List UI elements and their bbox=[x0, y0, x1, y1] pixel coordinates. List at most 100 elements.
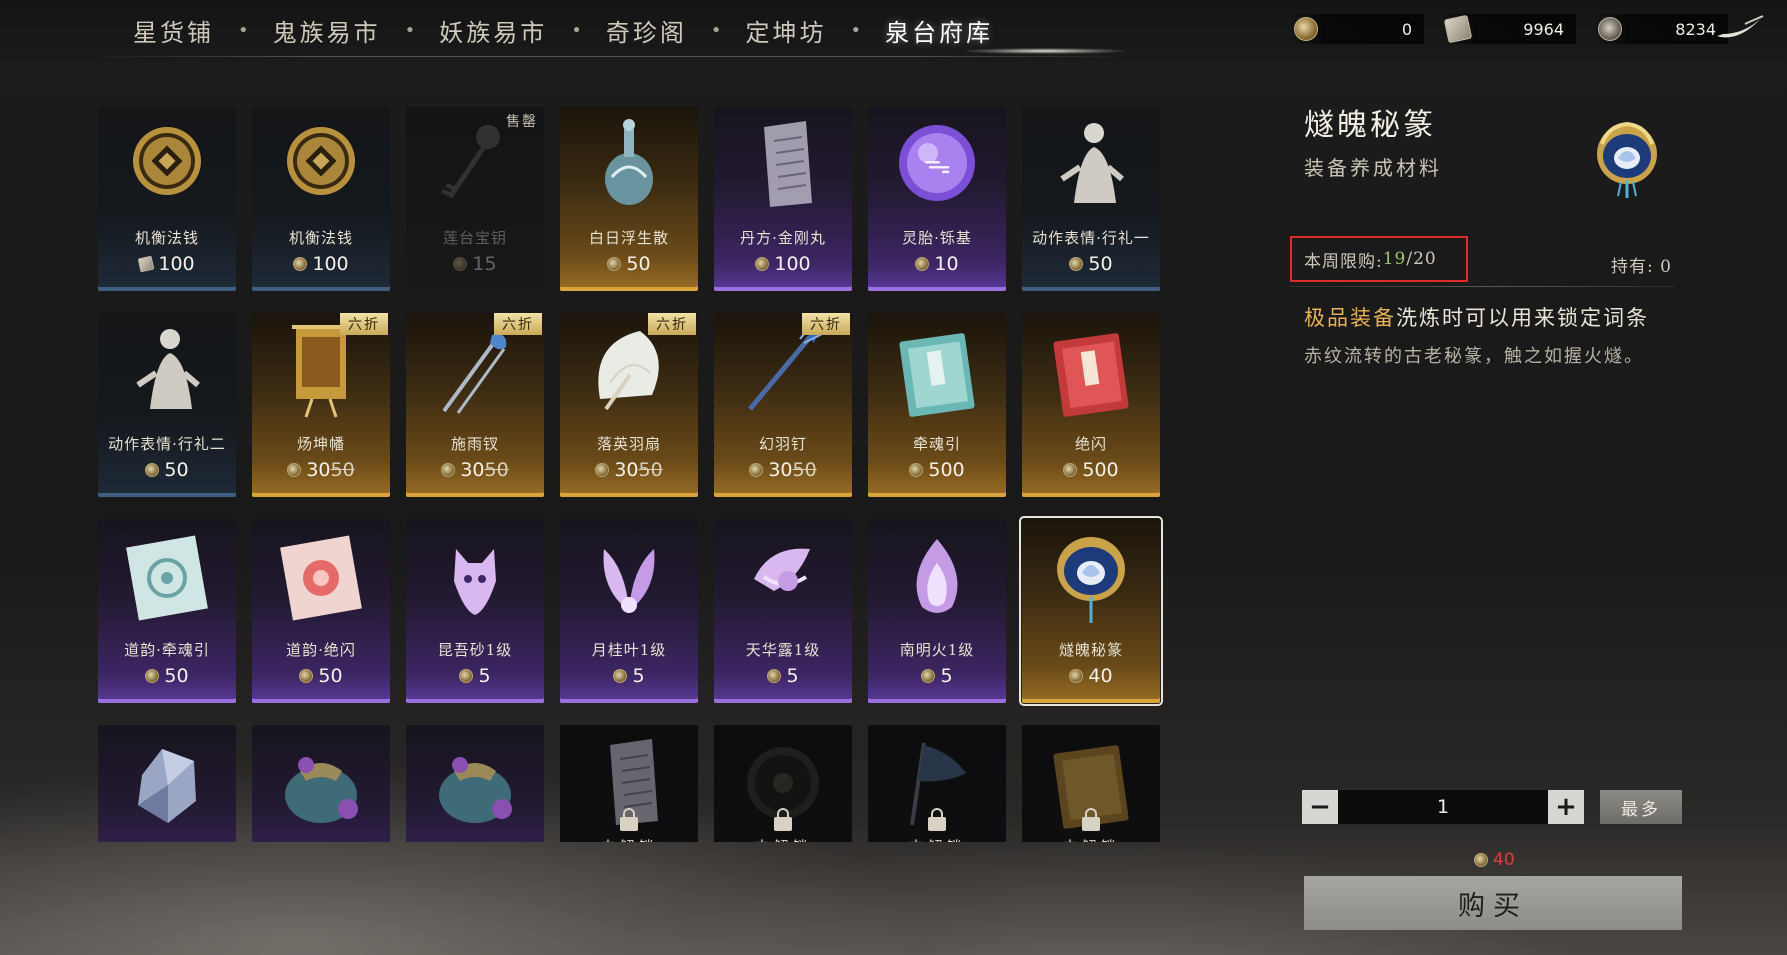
item-card[interactable]: 六折 炀坤幡 30 50 bbox=[252, 313, 390, 497]
price-value: 50 bbox=[164, 665, 189, 687]
item-card[interactable]: 牵魂引 500 bbox=[868, 313, 1006, 497]
lock-icon bbox=[774, 808, 792, 831]
item-card[interactable]: 六折 幻羽钉 30 50 bbox=[714, 313, 852, 497]
coin-icon bbox=[1069, 257, 1084, 271]
item-card[interactable]: 燧魄秘篆 40 bbox=[1019, 516, 1163, 706]
item-card[interactable]: 机衡法钱 100 bbox=[98, 107, 236, 291]
locked-label: 未解锁 bbox=[560, 836, 698, 842]
item-price: 50 bbox=[1022, 253, 1160, 275]
held-count: 持有: 0 bbox=[1611, 257, 1672, 277]
item-card[interactable]: 白日浮生散 50 bbox=[560, 107, 698, 291]
leaf-icon bbox=[560, 519, 698, 635]
price-value: 100 bbox=[312, 253, 349, 275]
item-card[interactable] bbox=[252, 725, 390, 842]
tab-separator: • bbox=[571, 19, 582, 41]
decrease-button[interactable]: − bbox=[1302, 790, 1338, 824]
item-card[interactable]: 昆吾砂1级 5 bbox=[406, 519, 544, 703]
item-card[interactable]: 绝闪 500 bbox=[1022, 313, 1160, 497]
item-name: 灵胎·铄基 bbox=[902, 229, 972, 247]
item-grid-viewport[interactable]: 机衡法钱 100 机衡法钱 100 售罄莲台宝钥 15 白日浮生散 50 丹方·金刚丸 100 ᯓ 灵… bbox=[98, 107, 1164, 842]
currency-value: 9964 bbox=[1523, 19, 1564, 39]
item-name: 绝闪 bbox=[1074, 435, 1107, 453]
item-price: 50 bbox=[252, 665, 390, 687]
tab-0[interactable]: 星货铺 bbox=[115, 13, 232, 48]
price-value: 30 bbox=[460, 459, 485, 481]
price-value: 15 bbox=[472, 253, 497, 275]
lock-icon bbox=[928, 808, 946, 831]
item-card[interactable]: 道韵·牵魂引 50 bbox=[98, 519, 236, 703]
total-cost: 40 bbox=[1474, 850, 1515, 870]
item-card[interactable]: 六折 落英羽扇 30 50 bbox=[560, 313, 698, 497]
item-name: 道韵·牵魂引 bbox=[124, 641, 210, 659]
item-card[interactable]: 动作表情·行礼二 50 bbox=[98, 313, 236, 497]
coin-icon bbox=[755, 257, 770, 271]
item-name: 昆吾砂1级 bbox=[437, 641, 513, 659]
locked-overlay: 未解锁 bbox=[714, 725, 852, 842]
pouch-icon bbox=[252, 725, 390, 841]
item-name: 月桂叶1级 bbox=[591, 641, 667, 659]
item-name: 南明火1级 bbox=[899, 641, 975, 659]
item-card[interactable]: 丹方·金刚丸 100 bbox=[714, 107, 852, 291]
price-value: 30 bbox=[614, 459, 639, 481]
discount-badge: 六折 bbox=[340, 313, 388, 335]
item-card[interactable]: 南明火1级 5 bbox=[868, 519, 1006, 703]
locked-overlay: 未解锁 bbox=[868, 725, 1006, 842]
item-card[interactable]: 动作表情·行礼一 50 bbox=[1022, 107, 1160, 291]
item-price: 100 bbox=[98, 253, 236, 275]
item-name: 动作表情·行礼一 bbox=[1032, 229, 1150, 247]
close-brush-icon[interactable] bbox=[1715, 14, 1765, 42]
price-value: 40 bbox=[1088, 665, 1113, 687]
coin-icon bbox=[1294, 17, 1318, 41]
description-highlight: 极品装备 bbox=[1304, 306, 1396, 330]
item-name: 动作表情·行礼二 bbox=[108, 435, 226, 453]
sold-out-tag: 售罄 bbox=[506, 114, 538, 130]
price-value: 5 bbox=[940, 665, 953, 687]
coin-icon bbox=[749, 463, 764, 477]
quantity-stepper: − + 最多 bbox=[1302, 790, 1682, 824]
nav-divider bbox=[90, 56, 1130, 57]
vase-icon bbox=[560, 107, 698, 223]
item-card[interactable]: ᯓ 灵胎·铄基 10 bbox=[868, 107, 1006, 291]
jewel-icon bbox=[1022, 519, 1160, 635]
tab-separator: • bbox=[404, 19, 416, 41]
tab-5[interactable]: 泉台府库 bbox=[867, 13, 1011, 48]
original-price: 50 bbox=[638, 459, 663, 481]
buy-button[interactable]: 购买 bbox=[1304, 876, 1682, 930]
currency-coin: 0 bbox=[1290, 14, 1424, 44]
limit-label: 本周限购: bbox=[1304, 251, 1383, 272]
flame-icon bbox=[868, 519, 1006, 635]
tab-4[interactable]: 定坤坊 bbox=[728, 13, 845, 48]
item-card[interactable] bbox=[406, 725, 544, 842]
item-card[interactable]: 售罄莲台宝钥 15 bbox=[406, 107, 544, 291]
price-value: 500 bbox=[928, 459, 965, 481]
quantity-input[interactable] bbox=[1338, 790, 1548, 824]
tab-1[interactable]: 鬼族易市 bbox=[255, 13, 399, 48]
item-card[interactable]: 天华露1级 5 bbox=[714, 519, 852, 703]
currency-bar: 0 9964 8234 bbox=[1290, 14, 1728, 44]
item-card[interactable]: 六折 施雨钗 30 50 bbox=[406, 313, 544, 497]
item-card[interactable] bbox=[98, 725, 236, 842]
discount-badge: 六折 bbox=[648, 313, 696, 335]
item-name: 莲台宝钥 bbox=[442, 229, 507, 247]
item-card[interactable]: 未解锁 bbox=[714, 725, 852, 842]
locked-label: 未解锁 bbox=[868, 836, 1006, 842]
cost-value: 40 bbox=[1493, 850, 1515, 870]
item-flavor-text: 赤纹流转的古老秘篆，触之如握火燧。 bbox=[1304, 346, 1644, 367]
item-card[interactable]: 机衡法钱 100 bbox=[252, 107, 390, 291]
increase-button[interactable]: + bbox=[1548, 790, 1584, 824]
tab-3[interactable]: 奇珍阁 bbox=[588, 13, 705, 48]
original-price: 50 bbox=[792, 459, 817, 481]
item-card[interactable]: 未解锁 bbox=[1022, 725, 1160, 842]
coin-icon bbox=[453, 257, 468, 271]
max-button[interactable]: 最多 bbox=[1600, 790, 1682, 824]
tab-2[interactable]: 妖族易市 bbox=[421, 13, 565, 48]
item-card[interactable]: 未解锁 bbox=[560, 725, 698, 842]
item-card[interactable]: 月桂叶1级 5 bbox=[560, 519, 698, 703]
scroll-currency-icon bbox=[138, 255, 155, 273]
coin-icon bbox=[287, 463, 302, 477]
item-card[interactable]: 道韵·绝闪 50 bbox=[252, 519, 390, 703]
price-value: 500 bbox=[1082, 459, 1119, 481]
item-price: 50 bbox=[98, 459, 236, 481]
currency-shell: 8234 bbox=[1594, 14, 1728, 44]
item-card[interactable]: 未解锁 bbox=[868, 725, 1006, 842]
